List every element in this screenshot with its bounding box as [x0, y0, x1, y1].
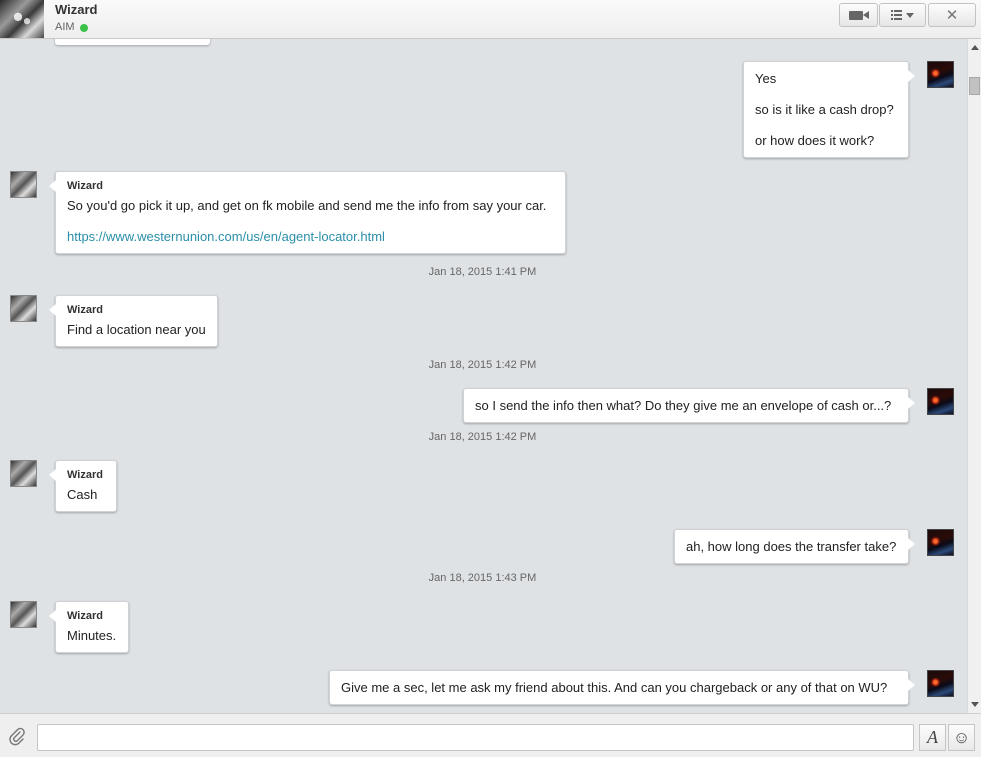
contact-avatar[interactable] — [10, 171, 37, 198]
outgoing-message: so I send the info then what? Do they gi… — [463, 388, 915, 423]
message-composer: A ☺ — [0, 713, 981, 757]
emoji-button[interactable]: ☺ — [948, 724, 975, 751]
message-timestamp: Jan 18, 2015 1:41 PM — [428, 266, 537, 278]
online-status-icon — [80, 24, 88, 32]
outgoing-message: Yes so is it like a cash drop? or how do… — [743, 61, 915, 158]
my-avatar[interactable] — [927, 670, 954, 697]
incoming-message: Wizard Cash — [49, 460, 117, 512]
scroll-down-arrow-icon[interactable] — [971, 702, 979, 707]
outgoing-message: Give me a sec, let me ask my friend abou… — [329, 670, 915, 705]
incoming-message: Wizard Minutes. — [49, 601, 129, 653]
my-avatar[interactable] — [927, 529, 954, 556]
incoming-message: Wizard So you'd go pick it up, and get o… — [49, 171, 566, 254]
message-text: Find a location near you — [67, 322, 206, 337]
message-timestamp: Jan 18, 2015 1:42 PM — [428, 431, 537, 443]
message-sender: Wizard — [67, 610, 103, 622]
message-text: Yes — [755, 71, 777, 86]
chat-header: Wizard AIM ✕ — [0, 0, 981, 39]
emoji-icon: ☺ — [952, 727, 971, 747]
close-icon: ✕ — [945, 7, 959, 24]
message-text: Cash — [67, 487, 98, 502]
outgoing-message: ah, how long does the transfer take? — [674, 529, 915, 564]
message-sender: Wizard — [67, 469, 103, 481]
my-avatar[interactable] — [927, 61, 954, 88]
incoming-message: Wizard Find a location near you — [49, 295, 218, 347]
close-button[interactable]: ✕ — [928, 3, 976, 27]
contact-avatar[interactable] — [0, 0, 44, 38]
chevron-down-icon — [906, 12, 914, 18]
message-sender: Wizard — [67, 304, 103, 316]
message-text: so I send the info then what? Do they gi… — [475, 398, 892, 413]
text-format-icon: A — [927, 727, 938, 747]
contact-avatar[interactable] — [10, 460, 37, 487]
contact-service: AIM — [55, 21, 75, 33]
contact-name: Wizard — [55, 2, 98, 17]
message-text: so is it like a cash drop? — [755, 102, 894, 117]
message-text: ah, how long does the transfer take? — [686, 539, 897, 554]
message-link[interactable]: https://www.westernunion.com/us/en/agent… — [67, 229, 385, 244]
my-avatar[interactable] — [927, 388, 954, 415]
attachment-button[interactable] — [9, 727, 25, 747]
message-text: Minutes. — [67, 628, 117, 643]
contact-avatar[interactable] — [10, 601, 37, 628]
options-menu-button[interactable] — [879, 3, 926, 27]
attachment-icon — [9, 727, 25, 746]
message-text: So you'd go pick it up, and get on fk mo… — [67, 198, 547, 213]
contact-avatar[interactable] — [10, 295, 37, 322]
chat-scrollbar[interactable] — [967, 39, 981, 713]
message-list[interactable]: Yes so is it like a cash drop? or how do… — [0, 39, 967, 713]
scrollbar-thumb[interactable] — [969, 77, 980, 95]
list-menu-icon — [891, 10, 902, 20]
message-text: or how does it work? — [755, 133, 875, 148]
video-call-button[interactable] — [839, 3, 878, 27]
partial-message-bubble — [55, 39, 210, 45]
video-call-icon — [848, 10, 869, 20]
message-text: Give me a sec, let me ask my friend abou… — [341, 680, 888, 695]
scroll-up-arrow-icon[interactable] — [971, 45, 979, 50]
message-input[interactable] — [37, 724, 914, 751]
text-format-button[interactable]: A — [919, 724, 946, 751]
message-timestamp: Jan 18, 2015 1:42 PM — [428, 359, 537, 371]
message-sender: Wizard — [67, 180, 103, 192]
message-timestamp: Jan 18, 2015 1:43 PM — [428, 572, 537, 584]
